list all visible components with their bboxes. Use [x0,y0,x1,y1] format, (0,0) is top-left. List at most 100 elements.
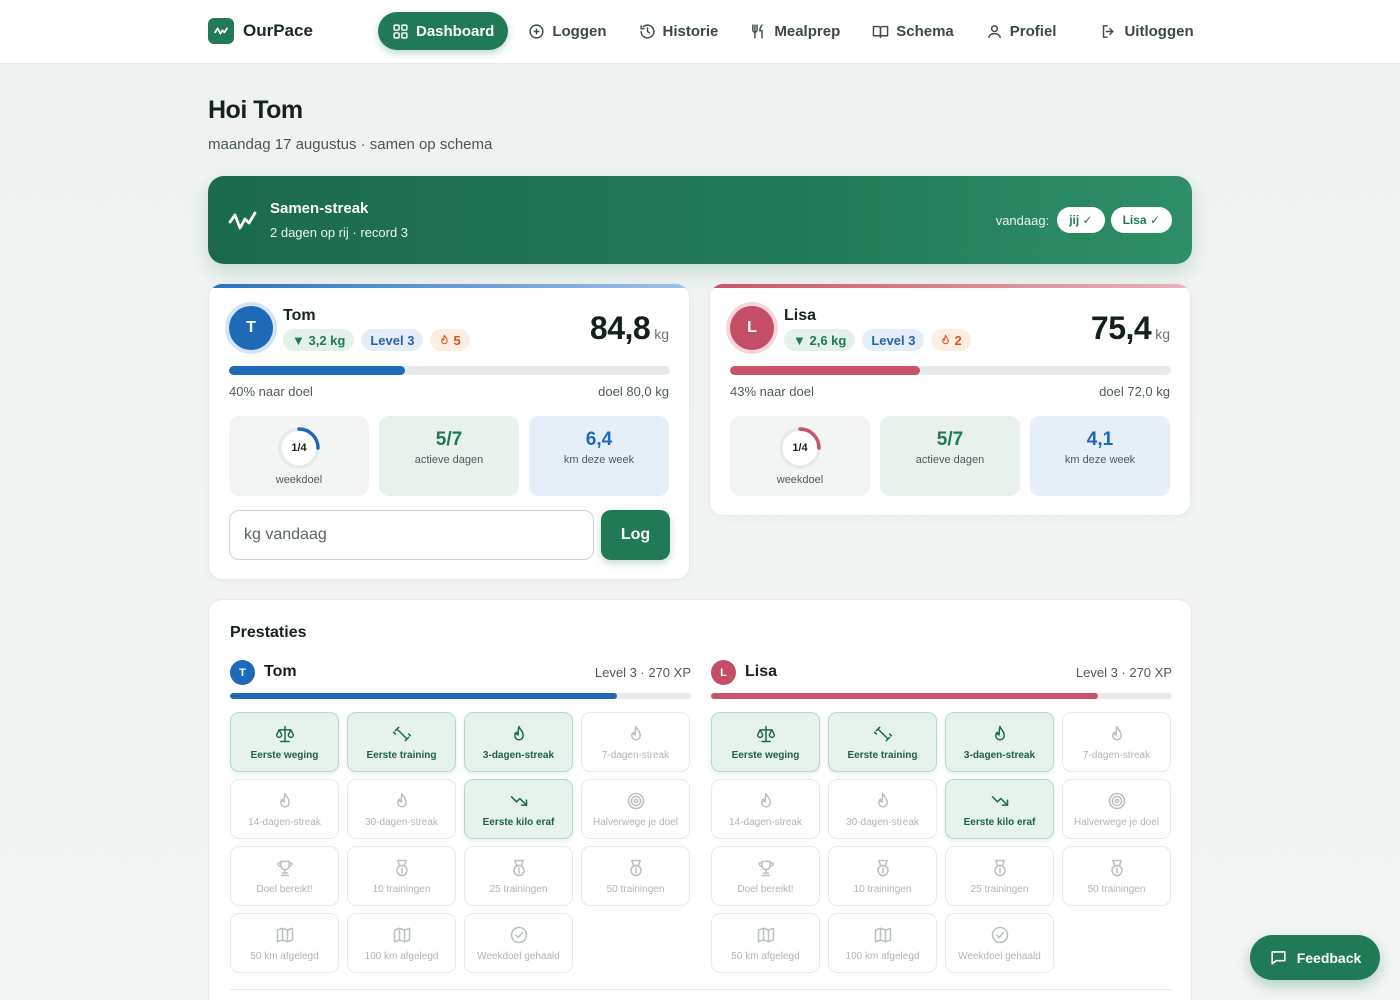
nav-historie[interactable]: Historie [625,12,733,50]
achievement-tile[interactable]: Doel bereikt! [711,846,820,906]
level-badge: Level 3 [361,329,424,351]
achievement-tile[interactable]: 30-dagen-streak [828,779,937,839]
nav-logout[interactable]: Uitloggen [1086,12,1207,50]
xp-progress-fill [711,693,1099,699]
nav-mealprep[interactable]: Mealprep [736,12,854,50]
achievement-tile[interactable]: Doel bereikt! [230,846,339,906]
nav-historie-label: Historie [662,22,719,40]
target-icon [627,792,644,809]
achievement-tile[interactable]: Eerste training [828,712,937,772]
logout-icon [1103,24,1115,38]
achievement-label: 3-dagen-streak [963,749,1036,761]
brand-logo-icon [208,18,234,44]
map-icon [276,927,293,942]
together-streak-banner: Samen-streak 2 dagen op rij · record 3 v… [208,176,1192,264]
achievement-tile[interactable]: 10 trainingen [828,846,937,906]
achievement-tile[interactable]: 50 trainingen [581,846,690,906]
avatar: L [730,306,774,350]
map-icon [874,927,891,942]
achievement-tile[interactable]: Weekdoel gehaald [464,913,573,973]
achievement-tile[interactable]: Halverwege je doel [1062,779,1171,839]
person-name: Tom [283,307,316,324]
flame-icon [279,792,290,808]
achievement-tile[interactable]: 100 km afgelegd [828,913,937,973]
page-subtitle: maandag 17 augustus · samen op schema [208,136,493,153]
avatar: T [230,660,255,685]
utensils-icon [752,23,764,39]
achievement-label: 25 trainingen [970,883,1029,895]
achievement-tile[interactable]: 3-dagen-streak [464,712,573,772]
nav-dashboard[interactable]: Dashboard [378,12,509,50]
streak-badge: 5 [430,329,470,351]
flame-icon [877,792,888,808]
km-value: 4,1 [1086,429,1114,450]
achievement-tile[interactable]: 25 trainingen [464,846,573,906]
weekgoal-tile: 1/4 weekdoel [730,416,870,496]
achievement-tile[interactable]: Eerste training [347,712,456,772]
achievement-tile[interactable]: 25 trainingen [945,846,1054,906]
goal-weight: doel 72,0 kg [1099,384,1170,399]
goal-progress-bar [229,366,670,375]
chat-icon [1271,951,1286,965]
streak-partner-badge: Lisa ✓ [1110,207,1172,233]
nav-loggen[interactable]: Loggen [514,12,620,50]
achievement-tile[interactable]: 14-dagen-streak [230,779,339,839]
book-icon [872,25,889,38]
achievement-label: 3-dagen-streak [482,749,555,761]
achievement-tile[interactable]: Eerste kilo eraf [464,779,573,839]
nav-schema[interactable]: Schema [858,12,968,50]
weekgoal-value: 1/4 [291,442,307,454]
brand[interactable]: OurPace [208,18,313,44]
active-days-tile: 5/7 actieve dagen [379,416,519,496]
km-tile: 4,1 km deze week [1030,416,1170,496]
achievement-tile[interactable]: 100 km afgelegd [347,913,456,973]
achievement-label: 7-dagen-streak [601,749,670,761]
achievement-label: 50 km afgelegd [250,950,319,962]
achievement-tile[interactable]: 10 trainingen [347,846,456,906]
avatar: L [711,660,736,685]
streak-subtitle: 2 dagen op rij · record 3 [270,225,409,240]
streak-today-label: vandaag: [995,212,1050,228]
flame-icon [760,792,771,808]
flame-icon [441,334,449,345]
map-icon [757,927,774,942]
achievement-label: 7-dagen-streak [1082,749,1151,761]
goal-progress-fill [229,366,406,375]
streak-badge: 2 [931,329,971,351]
achievement-tile[interactable]: Halverwege je doel [581,779,690,839]
medal-icon [512,859,525,876]
active-days-value: 5/7 [936,429,964,450]
weight-input[interactable] [229,510,594,560]
achievement-grid: Eerste weging Eerste training 3-dagen-stre… [230,712,690,973]
achievement-tile[interactable]: Weekdoel gehaald [945,913,1054,973]
achievement-tile[interactable]: 7-dagen-streak [1062,712,1171,772]
achievement-label: Weekdoel gehaald [958,950,1041,962]
achievement-tile[interactable]: 30-dagen-streak [347,779,456,839]
person-card-tom: T Tom ▼ 3,2 kg Level 3 5 84,8 kg 40% naa… [208,283,690,580]
avatar: T [229,306,273,350]
xp-label: Level 3 · 270 XP [1075,665,1172,680]
log-button[interactable]: Log [601,510,670,560]
achievement-tile[interactable]: Eerste weging [711,712,820,772]
achievement-tile[interactable]: Eerste kilo eraf [945,779,1054,839]
goal-progress-fill [730,366,920,375]
weight-unit: kg [1155,326,1170,342]
map-icon [393,927,410,942]
active-days-label: actieve dagen [915,454,985,466]
flame-icon [994,725,1005,741]
achievement-label: Eerste kilo eraf [482,816,555,828]
achievement-tile[interactable]: 3-dagen-streak [945,712,1054,772]
achievement-tile[interactable]: 7-dagen-streak [581,712,690,772]
achievement-tile[interactable]: 50 km afgelegd [711,913,820,973]
streak-title: Samen-streak [270,200,369,217]
feedback-button[interactable]: Feedback [1250,935,1380,980]
stat-tiles: 1/4 weekdoel 5/7 actieve dagen 4,1 km de… [730,416,1170,496]
achievement-tile[interactable]: Eerste weging [230,712,339,772]
achievement-tile[interactable]: 14-dagen-streak [711,779,820,839]
achievement-label: 100 km afgelegd [845,950,920,962]
achievement-label: Weekdoel gehaald [477,950,560,962]
achievement-label: 50 trainingen [1087,883,1146,895]
achievement-tile[interactable]: 50 km afgelegd [230,913,339,973]
nav-profiel[interactable]: Profiel [972,12,1071,50]
achievement-tile[interactable]: 50 trainingen [1062,846,1171,906]
